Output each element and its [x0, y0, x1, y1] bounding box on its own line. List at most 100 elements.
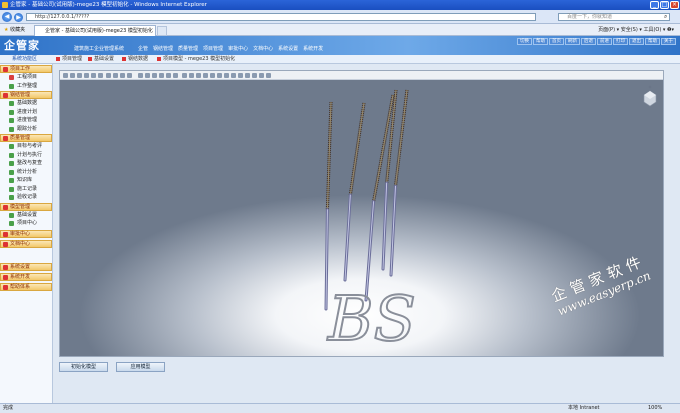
- toolbar-tool-icon[interactable]: [106, 73, 111, 78]
- toolbar-tool-icon[interactable]: [152, 73, 157, 78]
- top-menu-item[interactable]: 系统设置: [278, 45, 298, 52]
- toolbar-tool-icon[interactable]: [182, 73, 187, 78]
- toolbar-tool-icon[interactable]: [231, 73, 236, 78]
- forward-button[interactable]: ▶: [14, 12, 23, 22]
- toolbar-tool-icon[interactable]: [127, 73, 132, 78]
- top-right-link[interactable]: 后退: [581, 38, 596, 45]
- breadcrumb-item[interactable]: 基础设置: [94, 55, 114, 64]
- top-menu-item[interactable]: 审批中心: [228, 45, 248, 52]
- toolbar-tool-icon[interactable]: [238, 73, 243, 78]
- sidebar-group[interactable]: 系统开发: [0, 272, 52, 281]
- rebar-model[interactable]: [343, 102, 366, 282]
- top-menu-item[interactable]: 企管: [138, 45, 148, 52]
- top-right-link[interactable]: 打印: [613, 38, 628, 45]
- top-menu-item[interactable]: 系统开发: [303, 45, 323, 52]
- toolbar-tool-icon[interactable]: [113, 73, 118, 78]
- toolbar-tool-icon[interactable]: [245, 73, 250, 78]
- breadcrumb: 系统功能区 项目管理 基础设置 钢结数据 项目模型 - mege23 模型初始化: [0, 55, 680, 64]
- new-tab-button[interactable]: [157, 26, 167, 36]
- toolbar-tool-icon[interactable]: [166, 73, 171, 78]
- rebar-model[interactable]: [364, 94, 395, 302]
- sidebar-item[interactable]: 计划与执行: [0, 151, 52, 160]
- sidebar-item[interactable]: 进度管理: [0, 116, 52, 125]
- maximize-button[interactable]: □: [660, 1, 669, 9]
- breadcrumb-item[interactable]: 钢结数据: [128, 55, 148, 64]
- address-input[interactable]: http://127.0.0.1/?????: [26, 13, 536, 21]
- toolbar-tool-icon[interactable]: [196, 73, 201, 78]
- search-input[interactable]: 百度一下，你就知道: [558, 13, 670, 21]
- sidebar-item[interactable]: 统计分析: [0, 168, 52, 177]
- breadcrumb-system[interactable]: 系统功能区: [12, 55, 37, 64]
- sidebar-item[interactable]: 基础数据: [0, 99, 52, 108]
- top-menu-item[interactable]: 项目管理: [203, 45, 223, 52]
- 3d-viewport[interactable]: BS: [60, 80, 663, 356]
- toolbar-tool-icon[interactable]: [173, 73, 178, 78]
- toolbar-tool-icon[interactable]: [259, 73, 264, 78]
- apply-model-button[interactable]: 应用模型: [116, 362, 165, 372]
- toolbar-tool-icon[interactable]: [145, 73, 150, 78]
- top-right-link[interactable]: 帮助: [645, 38, 660, 45]
- sidebar-group[interactable]: 审批中心: [0, 229, 52, 238]
- sidebar-item[interactable]: 项目中心: [0, 219, 52, 228]
- status-text: 完成: [3, 405, 14, 411]
- sidebar-item[interactable]: 跟踪分析: [0, 125, 52, 134]
- window-titlebar: 企管家 - 基础公司(试用版)-mege23 模型初始化 - Windows I…: [0, 0, 680, 10]
- sidebar-item[interactable]: 知识库: [0, 176, 52, 185]
- search-icon[interactable]: ⌕: [664, 13, 667, 21]
- sidebar-group[interactable]: 系统设置: [0, 262, 52, 271]
- toolbar-tool-icon[interactable]: [84, 73, 89, 78]
- ie-icon: [2, 2, 8, 8]
- toolbar-tool-icon[interactable]: [189, 73, 194, 78]
- command-bar[interactable]: 页面(P) ▾ 安全(S) ▾ 工具(O) ▾ ❷▾: [598, 26, 674, 34]
- top-menu-item[interactable]: 文档中心: [253, 45, 273, 52]
- toolbar-tool-icon[interactable]: [63, 73, 68, 78]
- sidebar-group[interactable]: 质量管理: [0, 134, 52, 142]
- toolbar-tool-icon[interactable]: [252, 73, 257, 78]
- sidebar-item[interactable]: 验收记录: [0, 193, 52, 202]
- sidebar-item[interactable]: 基础设置: [0, 211, 52, 220]
- top-right-link[interactable]: 关于: [661, 38, 676, 45]
- sidebar-item[interactable]: 目标与考评: [0, 142, 52, 151]
- sidebar-item[interactable]: 施工记录: [0, 185, 52, 194]
- top-menu-item[interactable]: 质量管理: [178, 45, 198, 52]
- top-right-link[interactable]: 切换: [517, 38, 532, 45]
- sidebar-item[interactable]: 工作整理: [0, 82, 52, 91]
- breadcrumb-item[interactable]: 项目管理: [62, 55, 82, 64]
- breadcrumb-item[interactable]: 项目模型 - mege23 模型初始化: [163, 55, 235, 64]
- sidebar-group[interactable]: 帮助体系: [0, 282, 52, 291]
- top-right-link[interactable]: 帮助: [533, 38, 548, 45]
- toolbar-tool-icon[interactable]: [266, 73, 271, 78]
- sidebar-group[interactable]: 项目工作: [0, 65, 52, 73]
- sidebar-item[interactable]: 进度计划: [0, 108, 52, 117]
- favorites-button[interactable]: ★ 收藏夹: [4, 26, 25, 34]
- view-cube-icon[interactable]: [643, 85, 657, 107]
- close-button[interactable]: ×: [670, 1, 679, 9]
- toolbar-tool-icon[interactable]: [70, 73, 75, 78]
- toolbar-tool-icon[interactable]: [217, 73, 222, 78]
- top-right-link[interactable]: 刷新: [565, 38, 580, 45]
- top-menu-item[interactable]: 钢结管理: [153, 45, 173, 52]
- sidebar-group[interactable]: 文档中心: [0, 239, 52, 248]
- init-model-button[interactable]: 初始化模型: [59, 362, 108, 372]
- toolbar-tool-icon[interactable]: [91, 73, 96, 78]
- toolbar-tool-icon[interactable]: [77, 73, 82, 78]
- back-button[interactable]: ◀: [2, 12, 12, 22]
- toolbar-tool-icon[interactable]: [98, 73, 103, 78]
- top-right-link[interactable]: 首页: [549, 38, 564, 45]
- sidebar-item[interactable]: 工程项目: [0, 73, 52, 82]
- sidebar-group[interactable]: 模型管理: [0, 202, 52, 211]
- top-right-link[interactable]: 前进: [597, 38, 612, 45]
- sidebar-group[interactable]: 钢结管理: [0, 91, 52, 99]
- rebar-model[interactable]: [324, 101, 333, 311]
- browser-tab[interactable]: 企管家 - 基础公司(试用版)-mege23 模型初始化: [34, 25, 156, 36]
- toolbar-tool-icon[interactable]: [159, 73, 164, 78]
- top-right-link[interactable]: 退出: [629, 38, 644, 45]
- toolbar-tool-icon[interactable]: [120, 73, 125, 78]
- zoom-level[interactable]: 100%: [648, 404, 662, 413]
- toolbar-tool-icon[interactable]: [224, 73, 229, 78]
- toolbar-tool-icon[interactable]: [138, 73, 143, 78]
- sidebar-item[interactable]: 整改与复查: [0, 159, 52, 168]
- minimize-button[interactable]: _: [650, 1, 659, 9]
- toolbar-tool-icon[interactable]: [203, 73, 208, 78]
- toolbar-tool-icon[interactable]: [210, 73, 215, 78]
